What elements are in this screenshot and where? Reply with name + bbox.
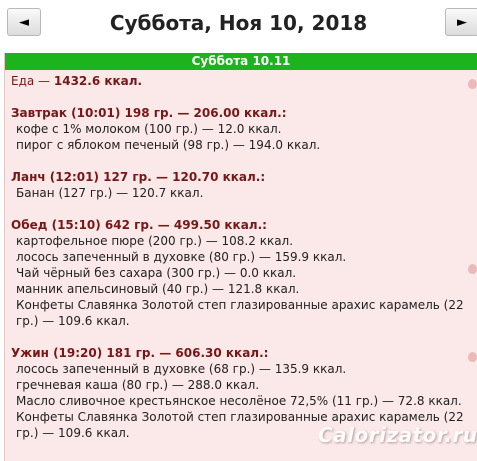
meal-title: Ужин (19:20) 181 гр. — 606.30 ккал.:	[11, 346, 269, 360]
food-item: Масло сливочное крестьянское несолёное 7…	[16, 394, 462, 408]
food-item: гречневая каша (80 гр.) — 288.0 ккал.	[16, 378, 260, 392]
food-item: картофельное пюре (200 гр.) — 108.2 ккал…	[16, 234, 294, 248]
food-item: Конфеты Славянка Золотой степ глазирован…	[16, 298, 464, 328]
food-item: манник апельсиновый (40 гр.) — 121.8 кка…	[16, 282, 300, 296]
food-item: кофе с 1% молоком (100 гр.) — 12.0 ккал.	[16, 122, 282, 136]
apple-icon	[468, 352, 477, 362]
meal-title: Обед (15:10) 642 гр. — 499.50 ккал.:	[11, 218, 267, 232]
date-title: Суббота, Ноя 10, 2018	[109, 11, 368, 35]
previous-day-button[interactable]: ◄	[7, 8, 41, 36]
meal-dinner-midday: Обед (15:10) 642 гр. — 499.50 ккал.: кар…	[11, 217, 477, 329]
food-total-value: 1432.6 ккал.	[53, 74, 143, 88]
meal-lunch-snack: Ланч (12:01) 127 гр. — 120.70 ккал.: Бан…	[11, 169, 477, 201]
day-food-panel: Суббота 10.11 Еда — 1432.6 ккал. Завтрак…	[4, 53, 477, 461]
meal-title: Завтрак (10:01) 198 гр. — 206.00 ккал.:	[11, 106, 287, 120]
food-item: Банан (127 гр.) — 120.7 ккал.	[16, 186, 204, 200]
food-total-prefix: Еда —	[11, 74, 54, 88]
food-item: пирог с яблоком печеный (98 гр.) — 194.0…	[16, 138, 321, 152]
food-log: Еда — 1432.6 ккал. Завтрак (10:01) 198 г…	[5, 70, 477, 441]
food-total: Еда — 1432.6 ккал.	[11, 73, 477, 89]
arrow-right-icon: ►	[457, 14, 467, 30]
meal-breakfast: Завтрак (10:01) 198 гр. — 206.00 ккал.: …	[11, 105, 477, 153]
food-item: лосось запеченный в духовке (80 гр.) — 1…	[16, 250, 347, 264]
meal-title: Ланч (12:01) 127 гр. — 120.70 ккал.:	[11, 170, 266, 184]
food-item: Чай чёрный без сахара (300 гр.) — 0.0 кк…	[16, 266, 297, 280]
food-item: лосось запеченный в духовке (68 гр.) — 1…	[16, 362, 347, 376]
next-day-button[interactable]: ►	[445, 8, 477, 36]
date-navigation-bar: ◄ Суббота, Ноя 10, 2018 ►	[0, 0, 477, 48]
apple-icon	[468, 264, 477, 274]
apple-icon	[468, 79, 477, 89]
day-label: Суббота 10.11	[5, 53, 477, 70]
site-watermark: Calorizator.ru	[318, 423, 477, 447]
arrow-left-icon: ◄	[19, 14, 29, 30]
